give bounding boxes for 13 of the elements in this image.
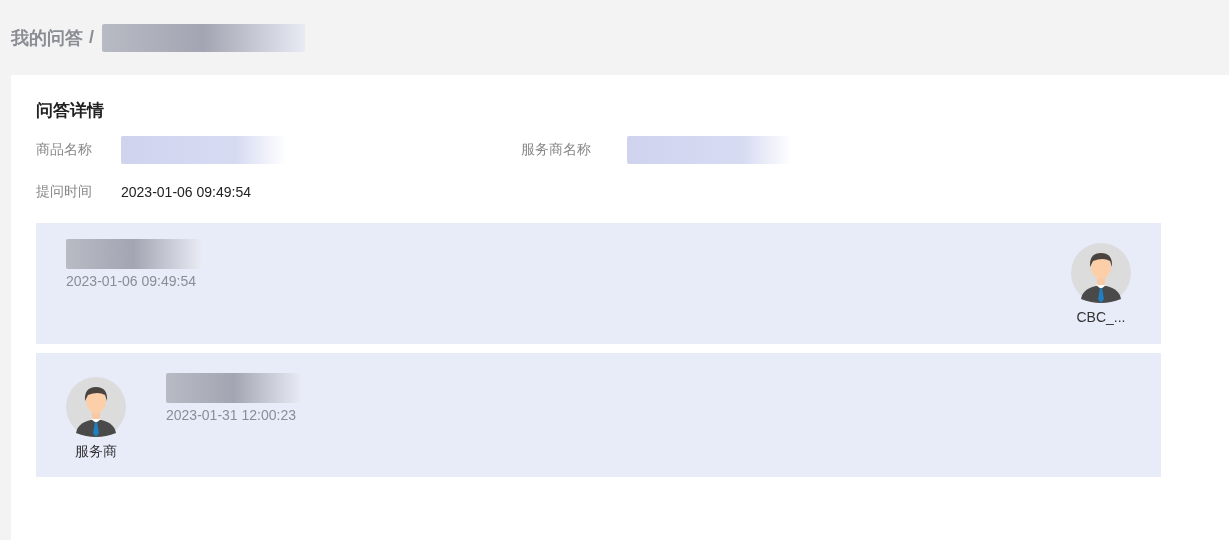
author-name: 服务商	[75, 443, 117, 461]
avatar-icon	[66, 377, 126, 437]
breadcrumb-separator: /	[89, 27, 94, 48]
field-label: 商品名称	[36, 141, 93, 159]
field-label: 提问时间	[36, 183, 93, 201]
section-title: 问答详情	[36, 100, 105, 122]
field-value: 2023-01-06 09:49:54	[121, 184, 251, 200]
message-time: 2023-01-31 12:00:23	[166, 407, 297, 423]
message-time: 2023-01-06 09:49:54	[66, 273, 197, 289]
field-label: 服务商名称	[521, 141, 592, 159]
avatar-icon	[1071, 243, 1131, 303]
author-name: CBC_...	[1076, 309, 1126, 325]
breadcrumb-item[interactable]: 我的问答	[11, 25, 83, 50]
